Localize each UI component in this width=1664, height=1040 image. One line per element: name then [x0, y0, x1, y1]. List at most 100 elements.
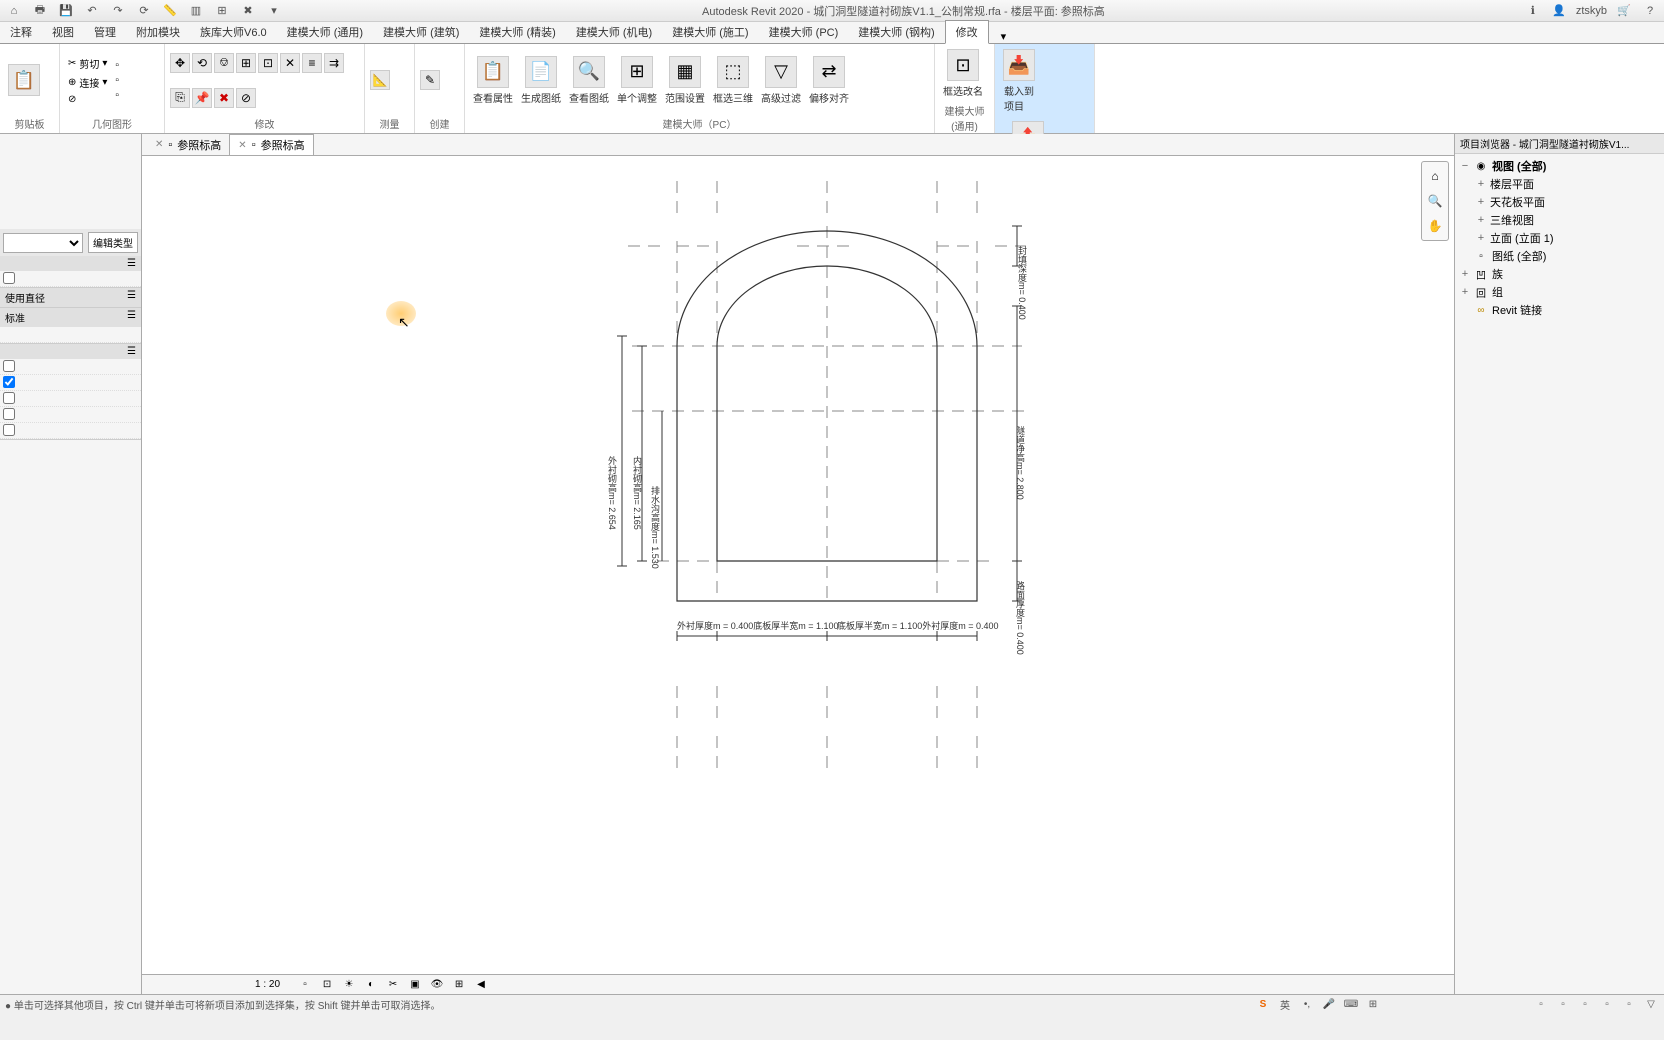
- cart-icon[interactable]: 🛒: [1615, 2, 1633, 20]
- tab-view[interactable]: 视图: [42, 21, 84, 43]
- measure-icon[interactable]: 📏: [161, 2, 179, 20]
- paste-button[interactable]: 📋: [5, 61, 43, 99]
- pb-revit-links[interactable]: ∞ Revit 链接: [1458, 301, 1661, 319]
- select-underlay-icon[interactable]: ▫: [1555, 997, 1571, 1013]
- prop-section-standard[interactable]: 标准☰: [0, 308, 141, 327]
- crop-icon[interactable]: ✂: [386, 978, 400, 992]
- pb-families[interactable]: + 凹 族: [1458, 265, 1661, 283]
- home-icon[interactable]: ⌂: [5, 2, 23, 20]
- trim-button[interactable]: ✕: [280, 53, 300, 73]
- mirror-button[interactable]: ⎊: [214, 53, 234, 73]
- undo-icon[interactable]: ↶: [83, 2, 101, 20]
- scale-button[interactable]: ⊡: [258, 53, 278, 73]
- prop-section-1[interactable]: ☰: [0, 256, 141, 271]
- align-button[interactable]: ≡: [302, 53, 322, 73]
- drawing-canvas[interactable]: ↖ ⌂ 🔍 ✋: [142, 156, 1454, 974]
- create-button[interactable]: ✎: [420, 70, 440, 90]
- ime-grid-icon[interactable]: ⊞: [1365, 997, 1381, 1013]
- scroll-left-icon[interactable]: ◀: [474, 978, 488, 992]
- expand-icon[interactable]: +: [1476, 178, 1486, 190]
- pb-floor-plans[interactable]: + 楼层平面: [1458, 175, 1661, 193]
- select-pinned-icon[interactable]: ▫: [1577, 997, 1593, 1013]
- view-props-button[interactable]: 📋查看属性: [470, 53, 516, 108]
- pb-views-all[interactable]: − ◉ 视图 (全部): [1458, 157, 1661, 175]
- tab-manage[interactable]: 管理: [84, 21, 126, 43]
- gen-sheet-button[interactable]: 📄生成图纸: [518, 53, 564, 108]
- rotate-button[interactable]: ⟲: [192, 53, 212, 73]
- view-scale[interactable]: 1 : 20: [245, 979, 290, 990]
- tab-expand-icon[interactable]: ▾: [989, 30, 1019, 43]
- expand-icon[interactable]: +: [1460, 268, 1470, 280]
- temp-hide-icon[interactable]: 👁: [430, 978, 444, 992]
- tab-master-pc[interactable]: 建模大师 (PC): [759, 21, 849, 43]
- sync-icon[interactable]: ⟳: [135, 2, 153, 20]
- geo-btn6[interactable]: ▫: [112, 89, 122, 102]
- pb-groups[interactable]: + 回 组: [1458, 283, 1661, 301]
- view-tab-2[interactable]: ✕ ▫ 参照标高: [229, 134, 313, 155]
- ime-lang-button[interactable]: 英: [1277, 997, 1293, 1013]
- nav-zoom-button[interactable]: 🔍: [1425, 191, 1445, 211]
- prop-check-1[interactable]: [3, 272, 15, 284]
- pb-sheets[interactable]: ▫ 图纸 (全部): [1458, 247, 1661, 265]
- view-sheet-button[interactable]: 🔍查看图纸: [566, 53, 612, 108]
- tab-annotate[interactable]: 注释: [0, 21, 42, 43]
- prop-check-e[interactable]: [3, 424, 15, 436]
- prop-check-c[interactable]: [3, 392, 15, 404]
- pb-elevations[interactable]: + 立面 (立面 1): [1458, 229, 1661, 247]
- close-icon[interactable]: ✕: [238, 140, 246, 151]
- help-icon[interactable]: ?: [1641, 2, 1659, 20]
- prop-check-a[interactable]: [3, 360, 15, 372]
- pb-3d-views[interactable]: + 三维视图: [1458, 211, 1661, 229]
- crop-region-icon[interactable]: ▣: [408, 978, 422, 992]
- sun-path-icon[interactable]: ☀: [342, 978, 356, 992]
- tab-master-arch[interactable]: 建模大师 (建筑): [373, 21, 469, 43]
- expand-icon[interactable]: +: [1476, 196, 1486, 208]
- visual-style-icon[interactable]: ⊡: [320, 978, 334, 992]
- detail-level-icon[interactable]: ▫: [298, 978, 312, 992]
- select-face-icon[interactable]: ▫: [1599, 997, 1615, 1013]
- adv-filter-button[interactable]: ▽高级过滤: [758, 53, 804, 108]
- geo-btn3[interactable]: ⊘: [65, 93, 110, 106]
- frame-rename-button[interactable]: ⊡框选改名: [940, 46, 986, 101]
- filter-icon[interactable]: ▽: [1643, 997, 1659, 1013]
- edit-type-button[interactable]: 编辑类型: [88, 232, 138, 253]
- pin-button[interactable]: 📌: [192, 88, 212, 108]
- pb-ceiling-plans[interactable]: + 天花板平面: [1458, 193, 1661, 211]
- view-icon[interactable]: ▥: [187, 2, 205, 20]
- close-hidden-icon[interactable]: ✖: [239, 2, 257, 20]
- prop-section-diameter[interactable]: 使用直径☰: [0, 288, 141, 307]
- ime-mic-icon[interactable]: 🎤: [1321, 997, 1337, 1013]
- save-icon[interactable]: 💾: [57, 2, 75, 20]
- tab-master-constr[interactable]: 建模大师 (施工): [662, 21, 758, 43]
- drag-elem-icon[interactable]: ▫: [1621, 997, 1637, 1013]
- dropdown-icon[interactable]: ▾: [265, 2, 283, 20]
- expand-icon[interactable]: +: [1476, 214, 1486, 226]
- ime-punct-icon[interactable]: •,: [1299, 997, 1315, 1013]
- geo-btn5[interactable]: ▫: [112, 74, 122, 87]
- thin-lines-icon[interactable]: ⊞: [213, 2, 231, 20]
- view-tab-1[interactable]: ✕ ▫ 参照标高: [147, 135, 229, 155]
- ime-keyboard-icon[interactable]: ⌨: [1343, 997, 1359, 1013]
- copy-button[interactable]: ⎘: [170, 88, 190, 108]
- reveal-icon[interactable]: ⊞: [452, 978, 466, 992]
- tab-master-general[interactable]: 建模大师 (通用): [277, 21, 373, 43]
- cut-button[interactable]: ✂剪切▾: [65, 55, 110, 72]
- prop-section-4[interactable]: ☰: [0, 344, 141, 359]
- tab-family-lib[interactable]: 族库大师V6.0: [190, 21, 277, 43]
- expand-icon[interactable]: +: [1476, 232, 1486, 244]
- nav-pan-button[interactable]: ✋: [1425, 216, 1445, 236]
- prop-check-b[interactable]: [3, 376, 15, 388]
- geo-btn4[interactable]: ▫: [112, 59, 122, 72]
- print-icon[interactable]: 🖶: [31, 2, 49, 20]
- select-links-icon[interactable]: ▫: [1533, 997, 1549, 1013]
- split-elem-button[interactable]: ⊘: [236, 88, 256, 108]
- tab-addins[interactable]: 附加模块: [126, 21, 190, 43]
- ime-sogou-icon[interactable]: S: [1255, 997, 1271, 1013]
- expand-icon[interactable]: −: [1460, 160, 1470, 172]
- single-adjust-button[interactable]: ⊞单个调整: [614, 53, 660, 108]
- shadows-icon[interactable]: ◐: [364, 978, 378, 992]
- expand-icon[interactable]: +: [1460, 286, 1470, 298]
- tab-master-decor[interactable]: 建模大师 (精装): [469, 21, 565, 43]
- tab-master-steel[interactable]: 建模大师 (钢构): [848, 21, 944, 43]
- prop-check-d[interactable]: [3, 408, 15, 420]
